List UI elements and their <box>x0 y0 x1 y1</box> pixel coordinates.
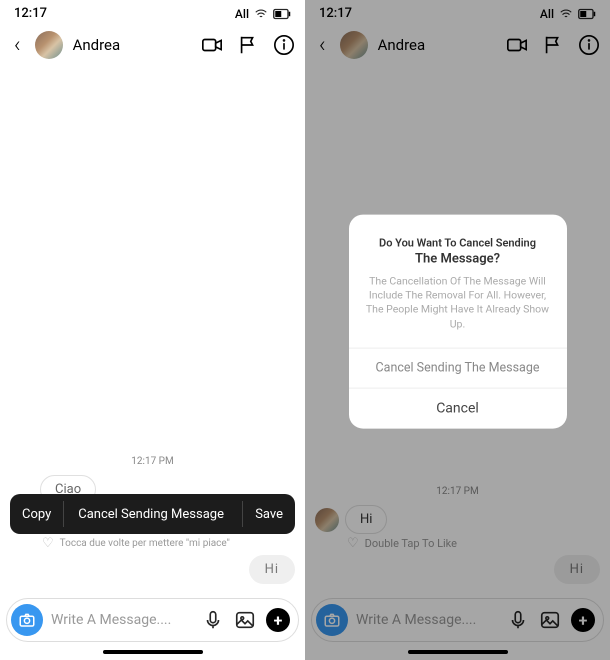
contact-avatar[interactable] <box>35 31 63 59</box>
back-button[interactable]: ‹ <box>10 33 25 58</box>
dialog-title-line2: The Message? <box>361 252 555 267</box>
contact-name[interactable]: Andrea <box>73 36 191 54</box>
sent-bubble[interactable]: Hi <box>554 555 600 584</box>
status-bar: 12:17 All <box>0 0 305 23</box>
heart-icon[interactable]: ♡ <box>42 536 54 551</box>
like-hint-row: ♡ Double Tap To Like <box>347 536 600 551</box>
status-carrier: All <box>235 7 249 21</box>
screen-right: 12:17 All ‹ Andrea 12:17 PM Hi <box>305 0 610 660</box>
chat-body: 12:17 PM Ciao Copy Cancel Sending Messag… <box>0 67 305 594</box>
dialog-body: Do You Want To Cancel Sending The Messag… <box>349 215 567 348</box>
dialog-title-line1: Do You Want To Cancel Sending <box>361 237 555 250</box>
chat-timestamp: 12:17 PM <box>315 486 600 497</box>
wifi-icon <box>254 7 268 21</box>
chat-timestamp: 12:17 PM <box>10 456 295 467</box>
status-bar: 12:17 All <box>305 0 610 23</box>
plus-button[interactable]: + <box>571 608 595 632</box>
camera-icon <box>18 611 36 629</box>
camera-button[interactable] <box>316 604 348 636</box>
like-hint: Tocca due volte per mettere "mi piace" <box>60 538 230 549</box>
ctx-save[interactable]: Save <box>243 497 295 532</box>
mic-icon[interactable] <box>507 609 529 631</box>
received-row: Hi <box>315 505 600 534</box>
mic-icon[interactable] <box>202 609 224 631</box>
info-icon[interactable] <box>273 34 295 56</box>
home-indicator <box>103 650 203 654</box>
wifi-icon <box>559 7 573 21</box>
msg-avatar <box>315 508 339 532</box>
sent-bubble[interactable]: Hi <box>249 555 295 584</box>
video-call-icon[interactable] <box>201 34 223 56</box>
flag-icon[interactable] <box>542 34 564 56</box>
like-hint-row: ♡ Tocca due volte per mettere "mi piace" <box>42 536 295 551</box>
dialog-cancel-button[interactable]: Cancel <box>349 387 567 428</box>
message-input[interactable]: Write A Message.... <box>51 612 194 628</box>
gallery-icon[interactable] <box>539 609 561 631</box>
chat-header: ‹ Andrea <box>305 23 610 67</box>
screen-left: 12:17 All ‹ Andrea 12:17 PM Ciao <box>0 0 305 660</box>
gallery-icon[interactable] <box>234 609 256 631</box>
plus-button[interactable]: + <box>266 608 290 632</box>
camera-icon <box>323 611 341 629</box>
contact-avatar[interactable] <box>340 31 368 59</box>
message-input-bar: Write A Message.... + <box>6 598 299 642</box>
battery-icon <box>578 8 596 20</box>
home-indicator <box>408 650 508 654</box>
dialog-primary-button[interactable]: Cancel Sending The Message <box>349 347 567 387</box>
dialog-message: The Cancellation Of The Message Will Inc… <box>361 275 555 332</box>
confirm-dialog: Do You Want To Cancel Sending The Messag… <box>349 215 567 429</box>
status-right: All <box>235 7 291 21</box>
ctx-cancel-send[interactable]: Cancel Sending Message <box>64 497 242 532</box>
chat-header: ‹ Andrea <box>0 23 305 67</box>
status-carrier: All <box>540 7 554 21</box>
sent-row: Hi <box>10 555 295 584</box>
camera-button[interactable] <box>11 604 43 636</box>
received-bubble[interactable]: Hi <box>345 505 387 534</box>
status-right: All <box>540 7 596 21</box>
status-time: 12:17 <box>319 6 352 21</box>
battery-icon <box>273 8 291 20</box>
flag-icon[interactable] <box>237 34 259 56</box>
context-menu: Copy Cancel Sending Message Save <box>10 494 295 534</box>
message-input[interactable]: Write A Message.... <box>356 612 499 628</box>
back-button[interactable]: ‹ <box>315 33 330 58</box>
like-hint: Double Tap To Like <box>365 537 457 550</box>
info-icon[interactable] <box>578 34 600 56</box>
video-call-icon[interactable] <box>506 34 528 56</box>
ctx-copy[interactable]: Copy <box>10 497 63 532</box>
message-input-bar: Write A Message.... + <box>311 598 604 642</box>
sent-row: Hi <box>315 555 600 584</box>
heart-icon[interactable]: ♡ <box>347 536 359 551</box>
status-time: 12:17 <box>14 6 47 21</box>
contact-name[interactable]: Andrea <box>378 36 496 54</box>
